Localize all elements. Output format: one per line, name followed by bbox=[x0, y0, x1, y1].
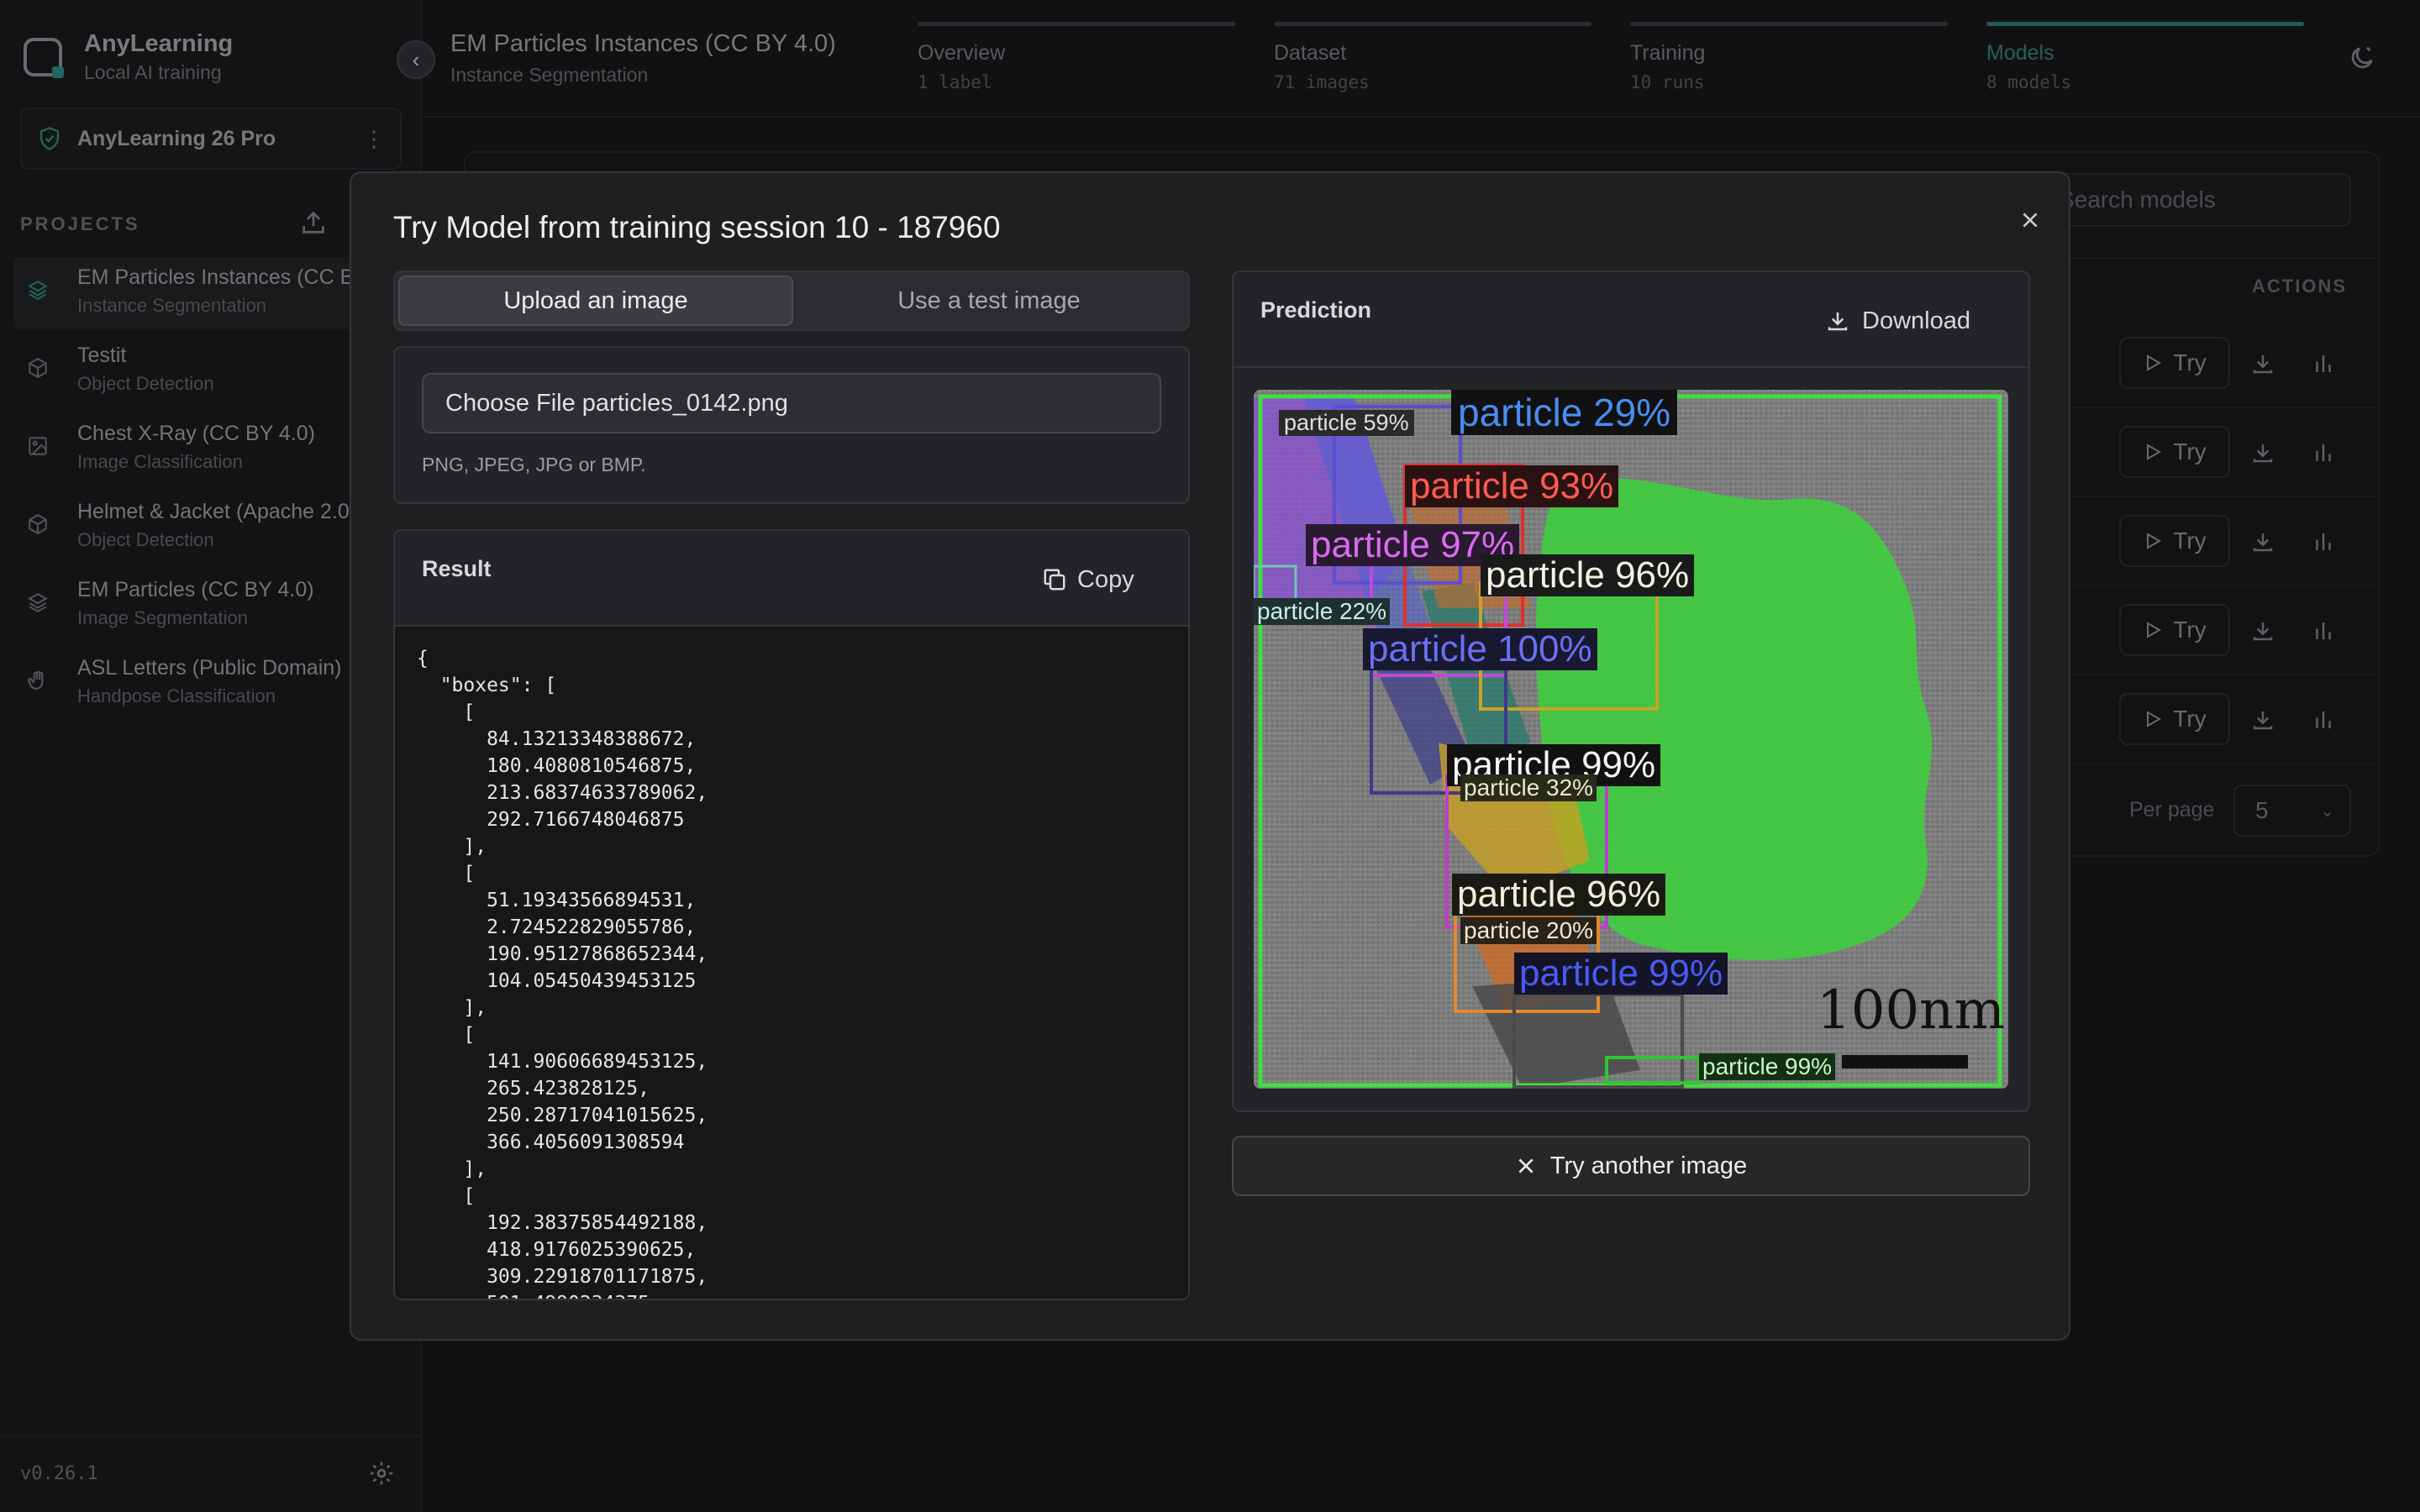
result-header: Result Copy bbox=[395, 531, 1188, 627]
prediction-title: Prediction bbox=[1260, 297, 1372, 323]
try-model-dialog: Try Model from training session 10 - 187… bbox=[350, 171, 2070, 1341]
file-input[interactable]: Choose File particles_0142.png bbox=[422, 373, 1161, 433]
copy-icon bbox=[1044, 569, 1065, 591]
prediction-header: Prediction Download bbox=[1234, 272, 2028, 368]
close-dialog-button[interactable] bbox=[2013, 203, 2047, 237]
tab-use-test-image[interactable]: Use a test image bbox=[793, 276, 1185, 326]
download-prediction-button[interactable]: Download bbox=[1825, 302, 1970, 339]
detection-label: particle 99% bbox=[1514, 953, 1728, 995]
download-icon bbox=[1828, 312, 1848, 331]
dialog-title: Try Model from training session 10 - 187… bbox=[393, 210, 1001, 244]
detection-label: particle 96% bbox=[1481, 554, 1695, 596]
image-source-tabs: Upload an image Use a test image bbox=[393, 270, 1190, 331]
detection-label: particle 59% bbox=[1279, 410, 1414, 436]
detection-label: particle 100% bbox=[1363, 628, 1597, 670]
scale-bar-label: 100nm bbox=[1817, 979, 2006, 1042]
detection-label: particle 32% bbox=[1460, 774, 1597, 801]
collapse-sidebar-button[interactable]: ‹ bbox=[397, 40, 435, 79]
detection-label: particle 20% bbox=[1460, 917, 1597, 944]
upload-panel: Choose File particles_0142.png PNG, JPEG… bbox=[393, 346, 1190, 504]
detection-label: particle 93% bbox=[1405, 465, 1619, 507]
detection-label: particle 99% bbox=[1699, 1053, 1836, 1080]
result-panel: Result Copy { "boxes": [ [ 84.1321334838… bbox=[393, 529, 1190, 1300]
close-icon bbox=[2023, 213, 2038, 228]
detection-label: particle 22% bbox=[1254, 598, 1391, 625]
detection-label: particle 29% bbox=[1451, 390, 1678, 435]
copy-label: Copy bbox=[1077, 565, 1134, 593]
prediction-image: particle 29% particle 59% particle 93% p… bbox=[1254, 390, 2008, 1089]
result-title: Result bbox=[422, 556, 492, 581]
result-json: { "boxes": [ [ 84.13213348388672, 180.40… bbox=[417, 648, 708, 1299]
tab-upload-image[interactable]: Upload an image bbox=[398, 276, 793, 326]
prediction-panel: Prediction Download particle 29% particl… bbox=[1232, 270, 2030, 1112]
file-type-hint: PNG, JPEG, JPG or BMP. bbox=[422, 454, 646, 475]
chevron-left-icon: ‹ bbox=[412, 46, 420, 72]
download-label: Download bbox=[1862, 307, 1970, 334]
try-another-label: Try another image bbox=[1549, 1152, 1748, 1179]
close-icon bbox=[1518, 1158, 1534, 1173]
copy-button[interactable]: Copy bbox=[1042, 561, 1134, 598]
detection-label: particle 96% bbox=[1452, 874, 1666, 916]
try-another-image-button[interactable]: Try another image bbox=[1232, 1136, 2030, 1196]
